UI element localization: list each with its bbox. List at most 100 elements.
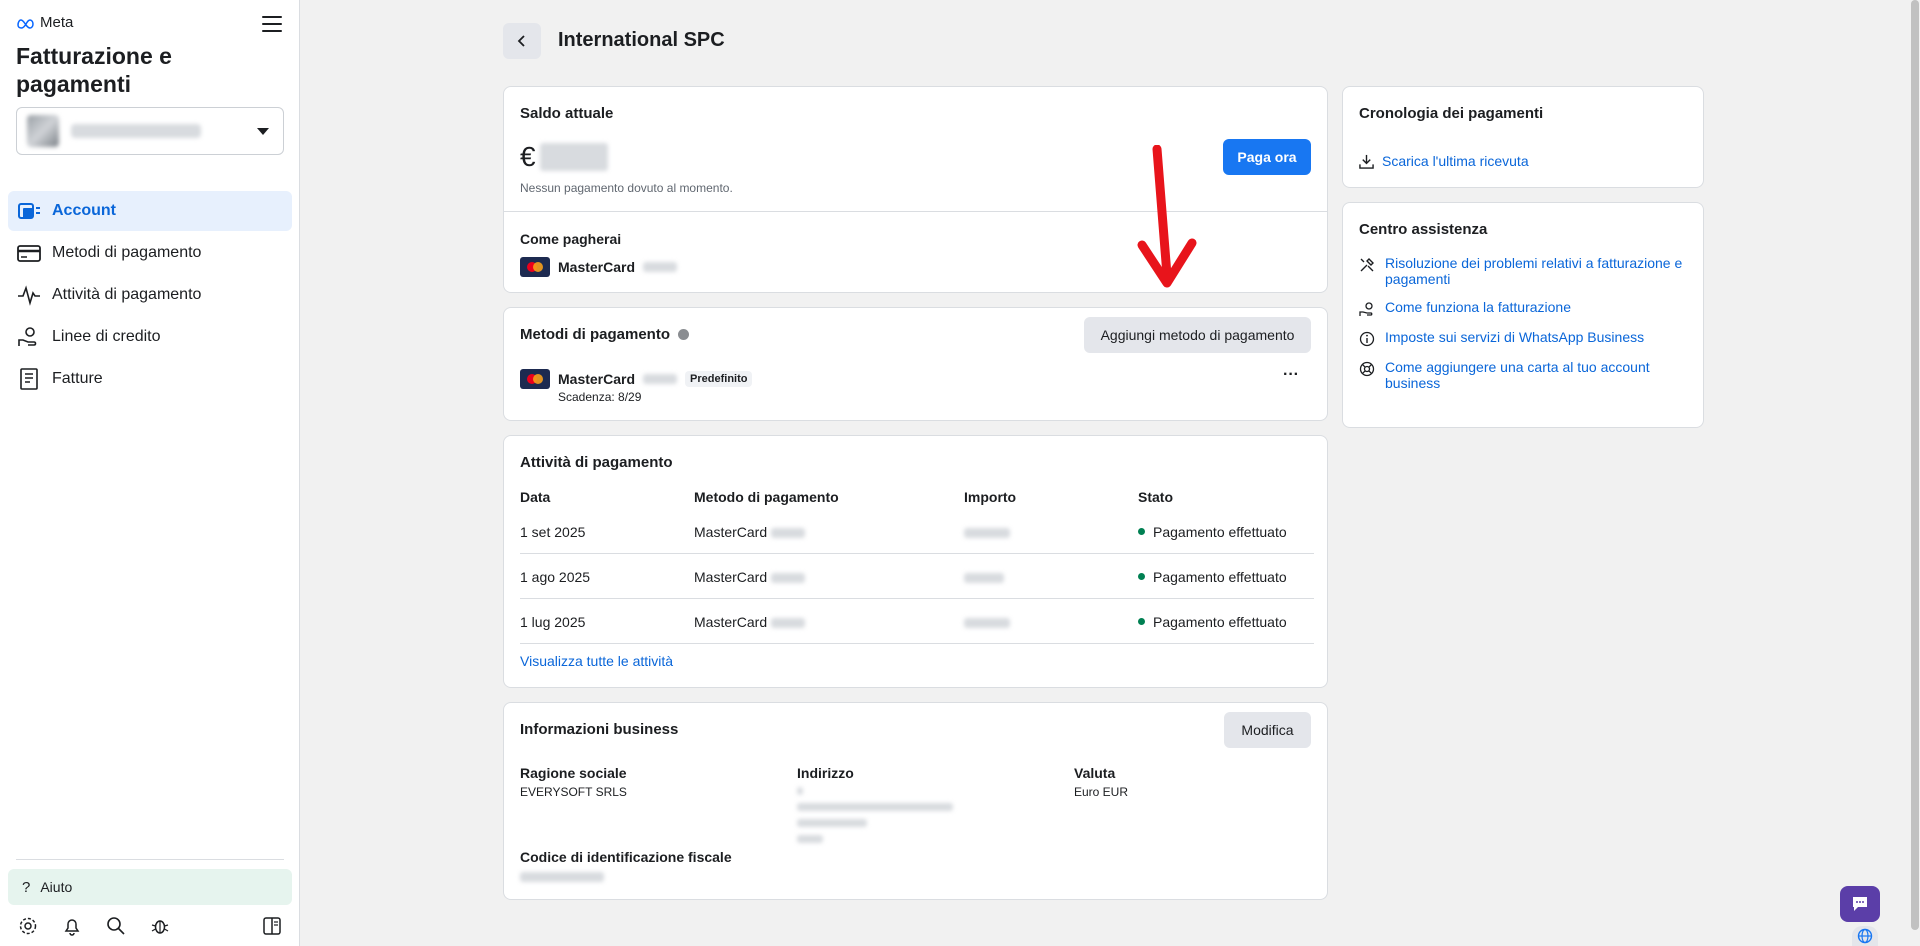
help-link-whatsapp-taxes[interactable]: Imposte sui servizi di WhatsApp Business [1359, 329, 1689, 347]
row-status: Pagamento effettuato [1138, 569, 1287, 585]
business-title: Informazioni business [520, 721, 679, 738]
bell-icon[interactable] [60, 914, 84, 938]
column-header: Stato [1138, 489, 1173, 505]
sidebar-item-payment-activity[interactable]: Attività di pagamento [8, 275, 292, 315]
help-link-label: Risoluzione dei problemi relativi a fatt… [1385, 255, 1683, 287]
payment-methods-title: Metodi di pagamento [520, 326, 670, 343]
row-method-label: MasterCard [694, 568, 768, 585]
sidebar-item-label: Attività di pagamento [52, 286, 202, 303]
payment-history-card: Cronologia dei pagamenti Scarica l'ultim… [1342, 86, 1704, 188]
tax-id-label: Codice di identificazione fiscale [520, 849, 732, 865]
sidebar-item-credit-lines[interactable]: Linee di credito [8, 317, 292, 357]
row-status-label: Pagamento effettuato [1153, 568, 1287, 585]
row-status-label: Pagamento effettuato [1153, 613, 1287, 630]
card-expiry: Scadenza: 8/29 [558, 390, 642, 404]
row-status: Pagamento effettuato [1138, 524, 1287, 540]
language-button[interactable] [1852, 926, 1878, 946]
credit-line-icon [16, 326, 42, 348]
activity-pulse-icon [16, 284, 42, 306]
card-digits-redacted [771, 572, 806, 583]
row-date: 1 ago 2025 [520, 568, 591, 585]
activity-table-header: Data Metodo di pagamento Importo Stato [520, 489, 1314, 509]
balance-card: Saldo attuale € Nessun pagamento dovuto … [503, 86, 1328, 293]
edit-button[interactable]: Modifica [1224, 712, 1311, 748]
sidebar-item-label: Metodi di pagamento [52, 244, 202, 261]
add-payment-method-button[interactable]: Aggiungi metodo di pagamento [1084, 317, 1311, 353]
scrollbar-thumb[interactable] [1911, 0, 1919, 930]
default-badge: Predefinito [685, 371, 753, 387]
row-amount-redacted [964, 524, 1010, 540]
company-label: Ragione sociale [520, 765, 627, 781]
row-date: 1 lug 2025 [520, 613, 586, 630]
sidebar-item-label: Account [52, 202, 116, 219]
meta-logo[interactable]: Meta [16, 14, 73, 31]
mastercard-icon [520, 257, 550, 277]
row-method: MasterCard [694, 568, 806, 585]
meta-infinity-icon [17, 18, 34, 29]
address-label: Indirizzo [797, 765, 854, 781]
table-row[interactable]: 1 ago 2025 MasterCard Pagamento effettua… [520, 555, 1314, 599]
logo-text: Meta [40, 14, 74, 31]
balance-value-redacted [539, 143, 608, 171]
help-label: Aiuto [40, 879, 73, 895]
menu-icon[interactable] [262, 14, 282, 34]
credit-card-icon [16, 242, 42, 264]
info-icon[interactable] [678, 329, 689, 340]
info-icon [1359, 331, 1375, 347]
sidebar-tools [16, 914, 284, 938]
sidebar-item-account[interactable]: Account [8, 191, 292, 231]
bug-icon[interactable] [148, 914, 172, 938]
balance-amount: € [520, 141, 608, 173]
help-link-billing[interactable]: Come funziona la fatturazione [1359, 299, 1689, 317]
globe-icon [1857, 928, 1873, 944]
settings-icon[interactable] [16, 914, 40, 938]
view-all-activity-link[interactable]: Visualizza tutte le attività [520, 653, 673, 669]
question-icon: ? [22, 878, 31, 896]
download-receipt-link[interactable]: Scarica l'ultima ricevuta [1359, 153, 1529, 169]
row-amount-redacted [964, 614, 1010, 630]
currency-label: Valuta [1074, 765, 1116, 781]
row-status-label: Pagamento effettuato [1153, 523, 1287, 540]
row-status: Pagamento effettuato [1138, 614, 1287, 630]
lifebuoy-icon [1359, 361, 1375, 377]
help-button[interactable]: ? Aiuto [8, 869, 292, 905]
card-digits-redacted [643, 262, 678, 272]
pay-now-button[interactable]: Paga ora [1223, 139, 1311, 175]
sidebar-item-payment-methods[interactable]: Metodi di pagamento [8, 233, 292, 273]
sidebar: Meta Fatturazione e pagamenti Account Me… [0, 0, 300, 946]
table-row[interactable]: 1 lug 2025 MasterCard Pagamento effettua… [520, 600, 1314, 644]
payment-method-row: MasterCard Predefinito [520, 369, 753, 389]
account-icon [16, 200, 42, 222]
card-digits-redacted [643, 374, 678, 384]
balance-note: Nessun pagamento dovuto al momento. [520, 181, 733, 195]
panel-toggle-icon[interactable] [260, 914, 284, 938]
payment-activity-card: Attività di pagamento Data Metodo di pag… [503, 435, 1328, 688]
chevron-left-icon [517, 35, 525, 47]
account-selector[interactable] [16, 107, 284, 155]
help-link-label: Imposte sui servizi di WhatsApp Business [1385, 329, 1645, 345]
account-avatar [27, 115, 59, 147]
help-link-add-card[interactable]: Come aggiungere una carta al tuo account… [1359, 359, 1689, 391]
currency-value: Euro EUR [1074, 785, 1129, 799]
hand-coin-icon [1359, 302, 1373, 316]
scrollbar[interactable] [1910, 0, 1920, 946]
row-amount-redacted [964, 569, 1004, 585]
column-header: Importo [964, 489, 1017, 505]
pay-method-card: MasterCard [558, 259, 636, 275]
tax-id-value-redacted [520, 872, 604, 882]
chat-button[interactable] [1840, 886, 1880, 922]
back-button[interactable] [503, 23, 541, 59]
activity-title: Attività di pagamento [520, 454, 673, 471]
history-title: Cronologia dei pagamenti [1359, 105, 1544, 122]
download-icon [1359, 154, 1374, 169]
balance-title: Saldo attuale [520, 105, 614, 122]
mastercard-icon [520, 369, 550, 389]
more-options-button[interactable]: ··· [1278, 366, 1304, 386]
table-row[interactable]: 1 set 2025 MasterCard Pagamento effettua… [520, 510, 1314, 554]
account-name [71, 124, 201, 138]
search-icon[interactable] [104, 914, 128, 938]
address-value-redacted [797, 787, 953, 843]
help-link-troubleshooting[interactable]: Risoluzione dei problemi relativi a fatt… [1359, 255, 1689, 287]
sidebar-item-invoices[interactable]: Fatture [8, 359, 292, 399]
row-method-label: MasterCard [694, 523, 768, 540]
